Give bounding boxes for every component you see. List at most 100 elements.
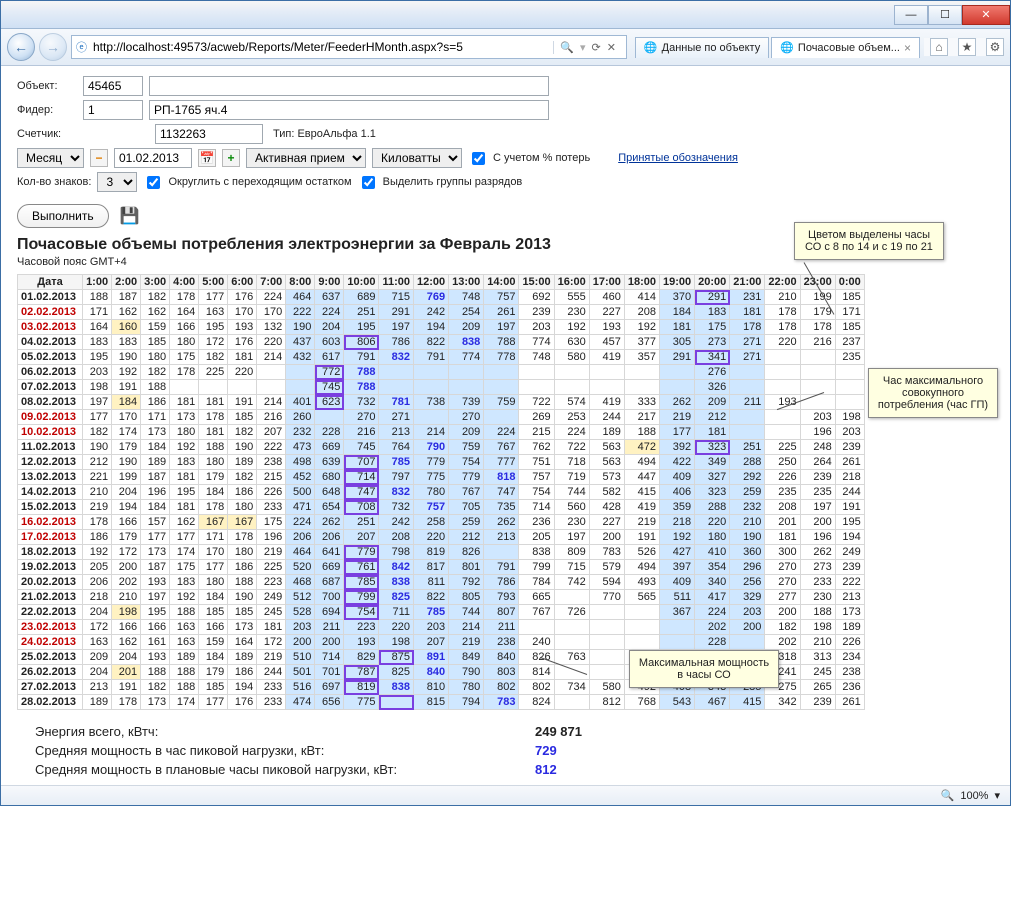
- cell-value: 203: [800, 410, 835, 425]
- cell-value: 244: [257, 665, 286, 680]
- cell-value: [660, 365, 695, 380]
- cell-value: 788: [344, 365, 379, 380]
- profile-select[interactable]: Активная прием: [246, 148, 366, 168]
- ie-logo-icon: ⓔ: [76, 39, 87, 55]
- cell-value: 187: [141, 560, 170, 575]
- object-label: Объект:: [17, 80, 77, 92]
- cell-value: 775: [344, 695, 379, 710]
- object-id-input[interactable]: [83, 76, 143, 96]
- meter-number-input[interactable]: [155, 124, 263, 144]
- zoom-dropdown-icon[interactable]: ▾: [994, 789, 1000, 802]
- cell-value: 669: [315, 560, 344, 575]
- browser-tab[interactable]: 🌐Данные по объекту: [635, 37, 769, 58]
- cell-value: 197: [83, 395, 112, 410]
- cell-value: [624, 635, 659, 650]
- col-hour: 19:00: [660, 275, 695, 290]
- cell-value: 261: [484, 305, 519, 320]
- cell-value: 212: [449, 530, 484, 545]
- cell-value: 193: [344, 635, 379, 650]
- next-period-button[interactable]: +: [222, 149, 240, 167]
- object-name-input[interactable]: [149, 76, 549, 96]
- cell-value: 184: [112, 395, 141, 410]
- cell-value: 493: [624, 575, 659, 590]
- cell-value: 822: [414, 335, 449, 350]
- cell-value: 214: [414, 425, 449, 440]
- prev-period-button[interactable]: −: [90, 149, 108, 167]
- period-select[interactable]: Месяц: [17, 148, 84, 168]
- tools-icon[interactable]: ⚙: [986, 38, 1004, 56]
- cell-value: 764: [379, 440, 414, 455]
- refresh-icon[interactable]: ⟳: [591, 41, 600, 54]
- cell-value: 761: [344, 560, 379, 575]
- cell-value: 197: [141, 590, 170, 605]
- feeder-id-input[interactable]: [83, 100, 143, 120]
- cell-value: 173: [228, 620, 257, 635]
- cell-value: 745: [344, 440, 379, 455]
- minimize-button[interactable]: —: [894, 5, 928, 25]
- browser-tab-active[interactable]: 🌐Почасовые объем...×: [771, 37, 920, 58]
- unit-select[interactable]: Киловатты: [372, 148, 462, 168]
- group-checkbox[interactable]: [362, 176, 375, 189]
- feeder-name-input[interactable]: [149, 100, 549, 120]
- close-button[interactable]: ✕: [962, 5, 1010, 25]
- cell-value: 245: [800, 665, 835, 680]
- cell-value: 744: [449, 605, 484, 620]
- loss-checkbox[interactable]: [472, 152, 485, 165]
- save-icon[interactable]: 💾: [121, 207, 139, 225]
- forward-button[interactable]: →: [39, 33, 67, 61]
- cell-value: 221: [83, 470, 112, 485]
- cell-value: 251: [344, 305, 379, 320]
- cell-date: 26.02.2013: [18, 665, 83, 680]
- cell-value: 563: [589, 455, 624, 470]
- total-energy-value: 249 871: [535, 724, 582, 739]
- zoom-icon[interactable]: 🔍: [941, 789, 955, 802]
- digits-select[interactable]: 3: [97, 172, 137, 192]
- cell-value: 202: [765, 635, 800, 650]
- tab-close-icon[interactable]: ×: [904, 41, 911, 55]
- back-button[interactable]: ←: [7, 33, 35, 61]
- table-row: 11.02.2013190179184192188190222473669745…: [18, 440, 865, 455]
- table-row: 04.02.2013183183185180172176220437603806…: [18, 335, 865, 350]
- cell-value: 810: [414, 680, 449, 695]
- cell-value: 236: [835, 680, 864, 695]
- cell-value: 772: [315, 365, 344, 380]
- date-input[interactable]: [114, 148, 192, 168]
- cell-value: 705: [449, 500, 484, 515]
- cell-value: 188: [228, 575, 257, 590]
- calendar-icon[interactable]: 📅: [198, 149, 216, 167]
- legend-link[interactable]: Принятые обозначения: [618, 152, 738, 164]
- cell-value: 180: [141, 350, 170, 365]
- cell-value: 238: [257, 455, 286, 470]
- cell-value: 182: [228, 470, 257, 485]
- round-checkbox[interactable]: [147, 176, 160, 189]
- cell-value: 510: [286, 650, 315, 665]
- home-icon[interactable]: ⌂: [930, 38, 948, 56]
- cell-value: 178: [730, 320, 765, 335]
- run-button[interactable]: Выполнить: [17, 204, 109, 228]
- maximize-button[interactable]: ☐: [928, 5, 962, 25]
- cell-value: 432: [286, 350, 315, 365]
- address-bar[interactable]: ⓔ 🔍▾ ⟳ ✕: [71, 35, 627, 59]
- cell-value: 185: [228, 410, 257, 425]
- cell-value: 354: [695, 560, 730, 575]
- favorites-icon[interactable]: ★: [958, 38, 976, 56]
- cell-value: 409: [660, 575, 695, 590]
- cell-value: 188: [141, 665, 170, 680]
- cell-value: 770: [589, 590, 624, 605]
- cell-value: 340: [695, 575, 730, 590]
- cell-value: 512: [286, 590, 315, 605]
- cell-value: 392: [660, 440, 695, 455]
- search-icon[interactable]: 🔍: [560, 41, 574, 54]
- cell-value: 178: [199, 410, 228, 425]
- cell-value: 160: [112, 320, 141, 335]
- cell-value: 641: [315, 545, 344, 560]
- cell-value: 665: [519, 590, 554, 605]
- cell-value: 414: [624, 290, 659, 305]
- cell-value: 162: [112, 635, 141, 650]
- url-input[interactable]: [91, 39, 553, 55]
- cell-value: 203: [519, 320, 554, 335]
- cell-value: 754: [449, 455, 484, 470]
- stop-icon[interactable]: ✕: [607, 41, 616, 54]
- cell-value: 178: [112, 695, 141, 710]
- cell-value: 270: [765, 575, 800, 590]
